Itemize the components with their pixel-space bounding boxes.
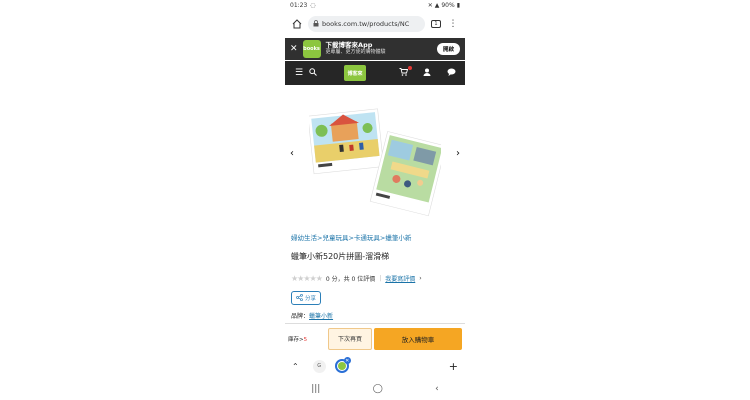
app-download-banner: ✕ books 下載博客來App 更專屬、更方便的購物體驗 開啟 [285,38,465,60]
back-icon[interactable]: ‹ [435,384,439,394]
tab-count: 1 [431,20,441,28]
tab-switcher-button[interactable]: 1 [430,18,442,30]
rating-stars: ★★★★★ [291,274,323,283]
browser-toolbar: books.com.tw/products/NC 1 ⋮ [285,13,465,35]
app-logo: books [302,40,321,58]
signal-icon: ▲ [434,2,440,9]
status-time: 01:23 [290,2,308,9]
stock-label: 庫存> [288,336,304,343]
stock-value: 5 [303,336,308,343]
stock-info: 庫存>5 [288,335,328,343]
more-menu-icon[interactable]: ⋮ [447,18,459,30]
write-review-link[interactable]: 我要寫評價 [385,274,415,283]
banner-subtitle: 更專屬、更方便的購物體驗 [325,48,386,55]
lock-icon [313,19,319,29]
close-tab-icon[interactable]: ✕ [343,357,351,364]
search-icon[interactable] [306,67,320,79]
rating-row: ★★★★★ 0 分，共 0 位評價 | 我要寫評價 › [291,274,422,283]
rating-text: 0 分，共 0 位評價 [325,276,376,283]
browser-tab-bar: ⌃ G ✕ + [285,355,465,377]
recent-apps-icon[interactable]: ||| [311,384,320,394]
product-title: 蠟筆小新520片拼圖-溜滑梯 [291,252,390,261]
breadcrumb[interactable]: 婦幼生活>兒童玩具>卡通玩具>蠟筆小新 [291,232,411,242]
product-image-carousel[interactable]: ‹ › [285,90,465,226]
address-bar[interactable]: books.com.tw/products/NC [308,16,425,32]
url-text: books.com.tw/products/NC [322,20,410,28]
open-app-button[interactable]: 開啟 [436,43,460,55]
chevron-right-icon[interactable]: › [419,275,421,282]
divider: | [379,275,382,282]
home-nav-icon[interactable]: ◯ [373,384,383,394]
status-bar: 01:23 ◌ ✕ ▲ 90% ▮ [285,0,465,11]
chevron-up-icon[interactable]: ⌃ [292,362,299,371]
carousel-prev-icon[interactable]: ‹ [290,148,294,159]
cart-icon[interactable] [396,65,412,79]
notification-icon: ◌ [310,2,316,9]
add-to-cart-button[interactable]: 放入購物車 [374,327,462,350]
google-tab[interactable]: G [312,359,326,373]
product-image [307,98,447,218]
brand-line: 品牌：蠟筆小新 [291,311,333,320]
home-icon[interactable] [291,18,303,30]
battery-icon: ▮ [456,2,460,9]
close-icon[interactable]: ✕ [290,44,298,54]
site-logo[interactable]: 博客來 [344,65,366,81]
chat-icon[interactable] [444,68,458,79]
new-tab-icon[interactable]: + [449,360,458,373]
site-navbar: ☰ 博客來 [285,61,465,85]
menu-icon[interactable]: ☰ [292,68,306,78]
mute-icon: ✕ [427,2,433,9]
share-button[interactable]: 分享 [291,291,321,305]
brand-label: 品牌： [291,313,310,320]
phone-screen: 01:23 ◌ ✕ ▲ 90% ▮ books.com.tw/products/… [285,0,465,400]
share-label: 分享 [304,296,316,302]
brand-link[interactable]: 蠟筆小新 [309,313,333,320]
purchase-bar: 庫存>5 下次再買 放入購物車 [285,323,465,353]
share-icon [296,293,303,303]
account-icon[interactable] [420,68,434,79]
active-tab[interactable]: ✕ [334,357,351,373]
system-navigation: ||| ◯ ‹ [285,380,465,398]
carousel-next-icon[interactable]: › [456,148,460,159]
battery-percent: 90% [441,2,455,9]
buy-later-button[interactable]: 下次再買 [328,327,372,350]
